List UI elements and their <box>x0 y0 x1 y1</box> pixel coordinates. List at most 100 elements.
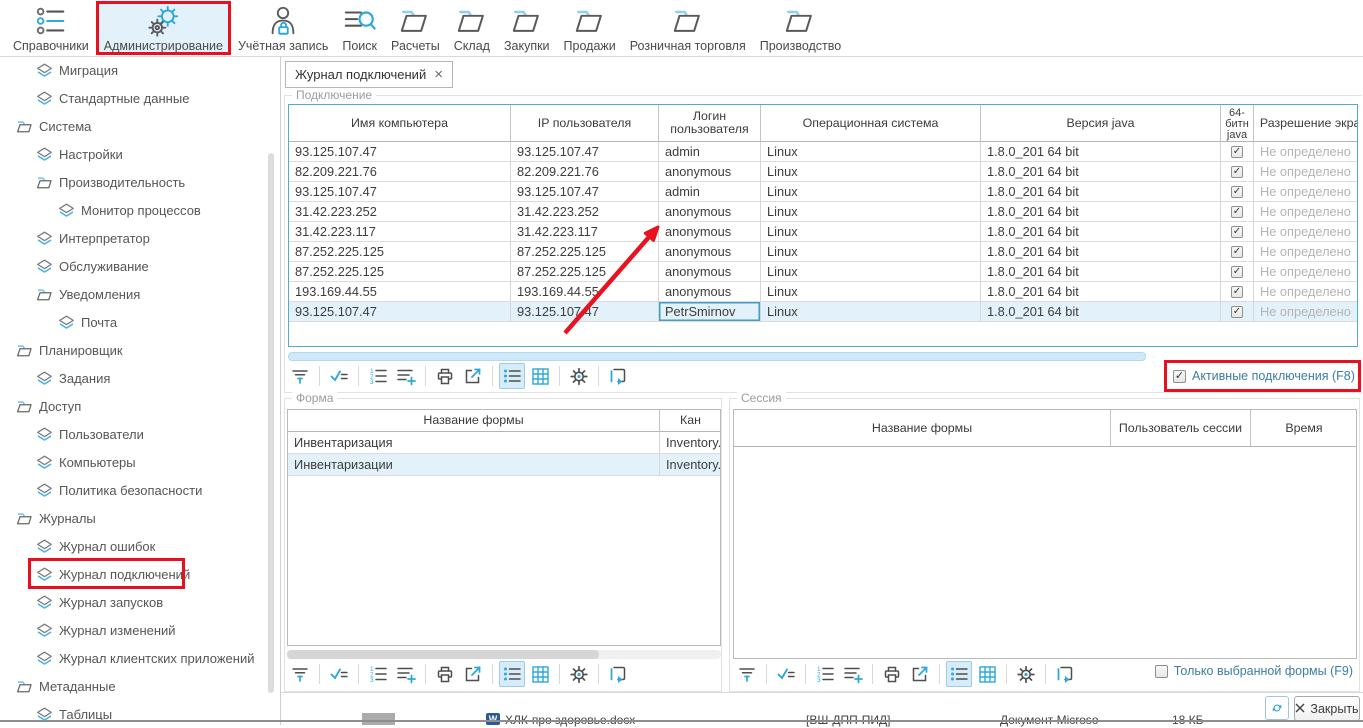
table-cell[interactable]: Inventory.ac <box>660 432 721 454</box>
table-cell[interactable]: Linux <box>761 262 981 282</box>
table-cell[interactable]: Linux <box>761 302 981 322</box>
column-header[interactable]: Название формы <box>288 410 660 432</box>
checkbox-checked-icon[interactable]: ✓ <box>1173 370 1186 383</box>
tree-item-security-policy[interactable]: Политика безопасности <box>0 476 268 504</box>
table-cell[interactable]: anonymous <box>659 162 761 182</box>
tree-item-error-journal[interactable]: Журнал ошибок <box>0 532 268 560</box>
toolbar-item-purchases[interactable]: Закупки <box>497 1 557 55</box>
tree-item-interpreter[interactable]: Интерпретатор <box>0 224 268 252</box>
table-cell[interactable]: 93.125.107.47 <box>289 302 511 322</box>
tab-connection-journal[interactable]: Журнал подключений × <box>285 61 453 88</box>
filter-icon[interactable] <box>734 661 760 687</box>
table-cell[interactable]: Inventory.ac <box>660 454 721 476</box>
settings-icon[interactable] <box>1013 661 1039 687</box>
tree-item-maintenance[interactable]: Обслуживание <box>0 252 268 280</box>
table-cell[interactable]: Не определено <box>1254 142 1358 162</box>
filter-icon[interactable] <box>287 661 313 687</box>
table-cell[interactable]: Linux <box>761 242 981 262</box>
close-button[interactable]: Закрыть <box>1294 696 1360 721</box>
tree-item-change-journal[interactable]: Журнал изменений <box>0 616 268 644</box>
table-cell[interactable]: 93.125.107.47 <box>511 302 659 322</box>
table-cell[interactable]: 82.209.221.76 <box>511 162 659 182</box>
column-header[interactable]: Пользователь сессии <box>1111 410 1251 447</box>
table-cell[interactable]: Не определено <box>1254 222 1358 242</box>
toolbar-item-search[interactable]: Поиск <box>335 1 384 55</box>
column-header[interactable]: Разрешение экрана <box>1254 105 1358 142</box>
checkbox-checked-icon[interactable]: ✓ <box>1231 306 1243 318</box>
grid-view-icon[interactable] <box>527 661 553 687</box>
table-row[interactable]: 93.125.107.4793.125.107.47PetrSmirnovLin… <box>289 302 1358 322</box>
checkbox-unchecked-icon[interactable] <box>1155 665 1168 678</box>
table-cell[interactable]: anonymous <box>659 222 761 242</box>
toolbar-item-sales[interactable]: Продажи <box>557 1 623 55</box>
tree-item-users[interactable]: Пользователи <box>0 420 268 448</box>
refresh-icon[interactable] <box>605 363 631 389</box>
grid-view-icon[interactable] <box>974 661 1000 687</box>
grid-view-icon[interactable] <box>527 363 553 389</box>
tab-close-icon[interactable]: × <box>434 69 443 81</box>
tree-item-tables[interactable]: Таблицы <box>0 700 268 728</box>
table-row[interactable]: 93.125.107.4793.125.107.47adminLinux1.8.… <box>289 182 1358 202</box>
table-cell[interactable]: 1.8.0_201 64 bit <box>981 142 1221 162</box>
tree-item-mail[interactable]: Почта <box>0 308 268 336</box>
tree-item-process-monitor[interactable]: Монитор процессов <box>0 196 268 224</box>
table-row[interactable]: 93.125.107.4793.125.107.47adminLinux1.8.… <box>289 142 1358 162</box>
table-cell[interactable]: 82.209.221.76 <box>289 162 511 182</box>
table-cell[interactable]: 31.42.223.252 <box>289 202 511 222</box>
column-header[interactable]: Версия java <box>981 105 1221 142</box>
table-cell[interactable]: 31.42.223.117 <box>511 222 659 242</box>
column-header[interactable]: Логин пользователя <box>659 105 761 142</box>
details-view-icon[interactable] <box>499 661 525 687</box>
active-connections-filter[interactable]: ✓ Активные подключения (F8) <box>1164 360 1361 392</box>
checkbox-checked-icon[interactable]: ✓ <box>1231 226 1243 238</box>
toolbar-item-retail[interactable]: Розничная торговля <box>623 1 753 55</box>
table-cell[interactable]: Инвентаризация <box>288 432 660 454</box>
table-row[interactable]: 87.252.225.12587.252.225.125anonymousLin… <box>289 262 1358 282</box>
column-header[interactable]: 64-битн java <box>1221 105 1254 142</box>
table-cell[interactable]: 1.8.0_201 64 bit <box>981 202 1221 222</box>
table-cell[interactable]: ✓ <box>1221 222 1254 242</box>
open-external-icon[interactable] <box>460 661 486 687</box>
settings-icon[interactable] <box>566 363 592 389</box>
table-cell[interactable]: ✓ <box>1221 242 1254 262</box>
tree-item-computers[interactable]: Компьютеры <box>0 448 268 476</box>
toolbar-item-directories[interactable]: Справочники <box>6 1 96 55</box>
table-cell[interactable]: 1.8.0_201 64 bit <box>981 302 1221 322</box>
tree-item-standard-data[interactable]: Стандартные данные <box>0 84 268 112</box>
table-cell[interactable]: 87.252.225.125 <box>511 262 659 282</box>
table-row[interactable]: 82.209.221.7682.209.221.76anonymousLinux… <box>289 162 1358 182</box>
tree-item-access[interactable]: Доступ <box>0 392 268 420</box>
apply-check-icon[interactable] <box>773 661 799 687</box>
numbered-list-icon[interactable]: 123 <box>812 661 838 687</box>
tree-item-performance[interactable]: Производительность <box>0 168 268 196</box>
checkbox-checked-icon[interactable]: ✓ <box>1231 166 1243 178</box>
apply-check-icon[interactable] <box>326 363 352 389</box>
table-cell[interactable]: Не определено <box>1254 282 1358 302</box>
table-row[interactable]: 31.42.223.11731.42.223.117anonymousLinux… <box>289 222 1358 242</box>
table-cell[interactable]: 93.125.107.47 <box>289 142 511 162</box>
open-external-icon[interactable] <box>907 661 933 687</box>
table-cell[interactable]: anonymous <box>659 262 761 282</box>
refresh-icon[interactable] <box>605 661 631 687</box>
checkbox-checked-icon[interactable]: ✓ <box>1231 186 1243 198</box>
refresh-button[interactable] <box>1265 696 1289 720</box>
table-cell[interactable]: anonymous <box>659 282 761 302</box>
table-cell[interactable]: admin <box>659 182 761 202</box>
sidebar-scrollbar[interactable] <box>268 153 274 693</box>
table-cell[interactable]: 193.169.44.55 <box>289 282 511 302</box>
table-cell[interactable]: ✓ <box>1221 282 1254 302</box>
table-cell[interactable]: 1.8.0_201 64 bit <box>981 182 1221 202</box>
table-cell[interactable]: anonymous <box>659 242 761 262</box>
tree-item-tasks[interactable]: Задания <box>0 364 268 392</box>
numbered-list-icon[interactable]: 123 <box>365 661 391 687</box>
table-cell[interactable]: 87.252.225.125 <box>289 242 511 262</box>
numbered-list-icon[interactable]: 123 <box>365 363 391 389</box>
tree-item-journals[interactable]: Журналы <box>0 504 268 532</box>
print-icon[interactable] <box>432 363 458 389</box>
column-header[interactable]: Кан <box>660 410 721 432</box>
add-rows-icon[interactable] <box>393 661 419 687</box>
tree-item-migration[interactable]: Миграция <box>0 56 268 84</box>
toolbar-item-production[interactable]: Производство <box>753 1 849 55</box>
settings-icon[interactable] <box>566 661 592 687</box>
table-cell[interactable]: 87.252.225.125 <box>289 262 511 282</box>
